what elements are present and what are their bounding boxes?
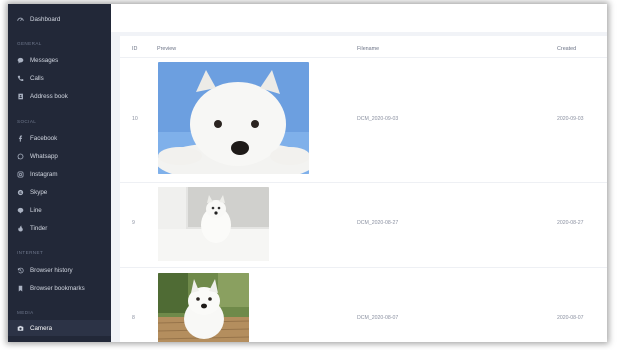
sidebar-item-line[interactable]: Line bbox=[8, 202, 111, 218]
sidebar-item-label: Dashboard bbox=[30, 15, 61, 23]
sidebar-item-label: Camera bbox=[30, 324, 53, 332]
dashboard-icon bbox=[17, 16, 24, 23]
sidebar-item-whatsapp[interactable]: Whatsapp bbox=[8, 148, 111, 164]
cell-id: 8 bbox=[132, 315, 135, 321]
preview-thumbnail[interactable] bbox=[158, 187, 269, 261]
header-divider bbox=[120, 57, 607, 58]
sidebar-item-label: Messages bbox=[30, 56, 59, 64]
facebook-icon bbox=[17, 135, 24, 142]
section-social: SOCIAL bbox=[17, 119, 37, 124]
column-header-created[interactable]: Created bbox=[557, 46, 576, 52]
cell-id: 9 bbox=[132, 220, 135, 226]
svg-text:S: S bbox=[19, 189, 22, 194]
camera-icon bbox=[17, 325, 24, 332]
bookmark-icon bbox=[17, 285, 24, 292]
sidebar-item-label: Facebook bbox=[30, 134, 58, 142]
top-bar bbox=[111, 4, 607, 32]
cell-filename: DCM_2020-08-07 bbox=[357, 315, 399, 321]
sidebar-item-label: Skype bbox=[30, 188, 48, 196]
sidebar-item-camera[interactable]: Camera bbox=[8, 320, 111, 336]
preview-thumbnail[interactable] bbox=[158, 62, 309, 174]
sidebar-item-label: Browser history bbox=[30, 266, 73, 274]
preview-thumbnail[interactable] bbox=[158, 273, 249, 342]
cell-created: 2020-09-03 bbox=[557, 116, 584, 122]
app-window: Dashboard GENERAL Messages Calls Address… bbox=[8, 4, 607, 342]
sidebar-item-calls[interactable]: Calls bbox=[8, 70, 111, 86]
cell-filename: DCM_2020-08-27 bbox=[357, 220, 399, 226]
sidebar-item-label: Instagram bbox=[30, 170, 58, 178]
section-media: MEDIA bbox=[17, 310, 34, 315]
instagram-icon bbox=[17, 171, 24, 178]
sidebar-item-label: Line bbox=[30, 206, 42, 214]
sidebar-item-address-book[interactable]: Address book bbox=[8, 88, 111, 104]
section-internet: INTERNET bbox=[17, 250, 44, 255]
cell-created: 2020-08-07 bbox=[557, 315, 584, 321]
sidebar-item-instagram[interactable]: Instagram bbox=[8, 166, 111, 182]
sidebar-item-facebook[interactable]: Facebook bbox=[8, 130, 111, 146]
line-icon bbox=[17, 207, 24, 214]
main-content: ID Preview Filename Created 10 DCM_2020-… bbox=[111, 4, 607, 342]
sidebar-item-label: Browser bookmarks bbox=[30, 284, 85, 292]
section-general: GENERAL bbox=[17, 41, 42, 46]
sidebar-item-browser-history[interactable]: Browser history bbox=[8, 262, 111, 278]
column-header-id[interactable]: ID bbox=[132, 46, 137, 52]
phone-icon bbox=[17, 75, 24, 82]
skype-icon: S bbox=[17, 189, 24, 196]
sidebar-item-label: Calls bbox=[30, 74, 44, 82]
sidebar-item-dashboard[interactable]: Dashboard bbox=[8, 11, 111, 27]
sidebar-item-label: Whatsapp bbox=[30, 152, 58, 160]
cell-filename: DCM_2020-09-03 bbox=[357, 116, 399, 122]
cell-id: 10 bbox=[132, 116, 138, 122]
tinder-icon bbox=[17, 224, 24, 232]
row-divider bbox=[120, 182, 607, 183]
sidebar-item-label: Tinder bbox=[30, 224, 48, 232]
sidebar-item-skype[interactable]: S Skype bbox=[8, 184, 111, 200]
sidebar-item-label: Address book bbox=[30, 92, 68, 100]
sidebar: Dashboard GENERAL Messages Calls Address… bbox=[8, 4, 111, 342]
sidebar-item-browser-bookmarks[interactable]: Browser bookmarks bbox=[8, 280, 111, 296]
sidebar-item-messages[interactable]: Messages bbox=[8, 52, 111, 68]
address-book-icon bbox=[17, 93, 24, 100]
sidebar-item-tinder[interactable]: Tinder bbox=[8, 220, 111, 236]
cell-created: 2020-08-27 bbox=[557, 220, 584, 226]
photos-table: ID Preview Filename Created 10 DCM_2020-… bbox=[120, 36, 607, 342]
column-header-preview[interactable]: Preview bbox=[157, 46, 176, 52]
column-header-filename[interactable]: Filename bbox=[357, 46, 379, 52]
row-divider bbox=[120, 267, 607, 268]
history-icon bbox=[17, 267, 24, 274]
chat-bubble-icon bbox=[17, 57, 24, 64]
whatsapp-icon bbox=[17, 153, 24, 160]
